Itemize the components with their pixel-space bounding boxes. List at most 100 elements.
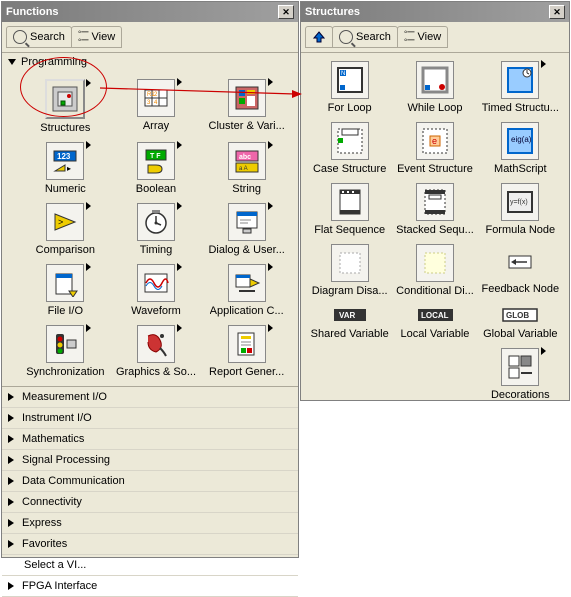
functions-panel: Functions ✕ Search ◦─◦─ View Programming… xyxy=(1,1,299,558)
functions-view-button[interactable]: ◦─◦─ View xyxy=(71,26,122,48)
numeric-item[interactable]: 123▸ Numeric xyxy=(22,142,109,195)
timing-item[interactable]: Timing xyxy=(113,203,200,256)
diagram-disable-item[interactable]: Diagram Disa... xyxy=(309,244,390,297)
sync-icon xyxy=(46,325,84,363)
structures-item[interactable]: Structures xyxy=(22,79,109,134)
shared-var-item[interactable]: VAR Shared Variable xyxy=(309,305,390,340)
submenu-arrow-icon xyxy=(268,324,273,332)
array-label: Array xyxy=(143,120,169,132)
structures-icon xyxy=(45,79,85,119)
timed-struct-item[interactable]: Timed Structu... xyxy=(480,61,561,114)
submenu-arrow-icon xyxy=(177,263,182,271)
programming-header[interactable]: Programming xyxy=(2,53,298,71)
cat-select-vi[interactable]: Select a VI... xyxy=(2,555,298,576)
appcontrol-item[interactable]: Application C... xyxy=(203,264,290,317)
cat-data-communication[interactable]: Data Communication xyxy=(2,471,298,492)
search-label: Search xyxy=(30,31,65,43)
while-loop-item[interactable]: While Loop xyxy=(394,61,475,114)
cluster-icon xyxy=(228,79,266,117)
fileio-icon xyxy=(46,264,84,302)
svg-text:N: N xyxy=(341,71,345,77)
flat-seq-label: Flat Sequence xyxy=(314,224,385,236)
cat-label: Select a VI... xyxy=(24,559,86,571)
cat-fpga[interactable]: FPGA Interface xyxy=(2,576,298,597)
submenu-arrow-icon xyxy=(86,202,91,210)
structures-up-button[interactable] xyxy=(305,26,333,48)
cat-signal-processing[interactable]: Signal Processing xyxy=(2,450,298,471)
dialog-item[interactable]: Dialog & User... xyxy=(203,203,290,256)
appcontrol-label: Application C... xyxy=(210,305,284,317)
structures-view-button[interactable]: ◦─◦─ View xyxy=(397,26,448,48)
local-var-icon: LOCAL xyxy=(417,305,453,325)
cat-label: Data Communication xyxy=(22,475,125,487)
functions-title-text: Functions xyxy=(6,6,59,18)
submenu-arrow-icon xyxy=(268,263,273,271)
boolean-item[interactable]: T F Boolean xyxy=(113,142,200,195)
feedback-node-label: Feedback Node xyxy=(481,283,559,295)
svg-text:▸: ▸ xyxy=(67,164,71,173)
cat-label: Instrument I/O xyxy=(22,412,92,424)
decorations-item[interactable]: Decorations xyxy=(480,348,561,401)
global-var-item[interactable]: GLOB Global Variable xyxy=(480,305,561,340)
expand-icon xyxy=(8,540,14,548)
graphics-item[interactable]: Graphics & So... xyxy=(113,325,200,378)
conditional-disable-item[interactable]: Conditional Di... xyxy=(394,244,475,297)
event-struct-label: Event Structure xyxy=(397,163,473,175)
cat-instrument-io[interactable]: Instrument I/O xyxy=(2,408,298,429)
global-var-label: Global Variable xyxy=(483,328,557,340)
formula-node-item[interactable]: y=f(x) Formula Node xyxy=(480,183,561,236)
cat-label: Connectivity xyxy=(22,496,82,508)
expand-icon xyxy=(8,519,14,527)
stacked-seq-item[interactable]: Stacked Sequ... xyxy=(394,183,475,236)
sync-item[interactable]: Synchronization xyxy=(22,325,109,378)
conditional-disable-icon xyxy=(416,244,454,282)
diagram-disable-label: Diagram Disa... xyxy=(312,285,388,297)
case-struct-item[interactable]: Case Structure xyxy=(309,122,390,175)
svg-text:eig(a): eig(a) xyxy=(511,135,532,144)
structures-panel: Structures ✕ Search ◦─◦─ View N For Loop xyxy=(300,1,570,401)
functions-search-button[interactable]: Search xyxy=(6,26,72,48)
for-loop-icon: N xyxy=(331,61,369,99)
cat-mathematics[interactable]: Mathematics xyxy=(2,429,298,450)
structures-search-button[interactable]: Search xyxy=(332,26,398,48)
cat-measurement-io[interactable]: Measurement I/O xyxy=(2,387,298,408)
submenu-arrow-icon xyxy=(86,324,91,332)
string-item[interactable]: abca A String xyxy=(203,142,290,195)
local-var-item[interactable]: LOCAL Local Variable xyxy=(394,305,475,340)
dialog-label: Dialog & User... xyxy=(208,244,284,256)
boolean-label: Boolean xyxy=(136,183,176,195)
cat-favorites[interactable]: Favorites xyxy=(2,534,298,555)
svg-text:abc: abc xyxy=(239,154,251,161)
global-var-icon: GLOB xyxy=(502,305,538,325)
feedback-node-icon xyxy=(502,244,538,280)
for-loop-item[interactable]: N For Loop xyxy=(309,61,390,114)
up-arrow-icon xyxy=(312,30,326,44)
cat-connectivity[interactable]: Connectivity xyxy=(2,492,298,513)
fileio-item[interactable]: File I/O xyxy=(22,264,109,317)
waveform-item[interactable]: Waveform xyxy=(113,264,200,317)
cluster-item[interactable]: Cluster & Vari... xyxy=(203,79,290,134)
svg-text:LOCAL: LOCAL xyxy=(421,311,449,320)
array-item[interactable]: R1234 Array xyxy=(113,79,200,134)
functions-close-button[interactable]: ✕ xyxy=(278,5,294,19)
svg-text:>: > xyxy=(58,217,63,227)
view-icon: ◦─◦─ xyxy=(404,29,415,45)
mathscript-label: MathScript xyxy=(494,163,547,175)
local-var-label: Local Variable xyxy=(401,328,470,340)
programming-grid: Structures R1234 Array Cluster & Vari...… xyxy=(2,71,298,386)
submenu-arrow-icon xyxy=(177,202,182,210)
comparison-item[interactable]: > Comparison xyxy=(22,203,109,256)
cat-express[interactable]: Express xyxy=(2,513,298,534)
feedback-node-item[interactable]: Feedback Node xyxy=(480,244,561,297)
functions-toolbar: Search ◦─◦─ View xyxy=(2,22,298,53)
expand-icon xyxy=(8,498,14,506)
flat-seq-item[interactable]: Flat Sequence xyxy=(309,183,390,236)
report-item[interactable]: Report Gener... xyxy=(203,325,290,378)
event-struct-item[interactable]: e Event Structure xyxy=(394,122,475,175)
comparison-label: Comparison xyxy=(36,244,95,256)
structures-close-button[interactable]: ✕ xyxy=(549,5,565,19)
while-loop-icon xyxy=(416,61,454,99)
mathscript-icon: eig(a) xyxy=(501,122,539,160)
mathscript-item[interactable]: eig(a) MathScript xyxy=(480,122,561,175)
report-label: Report Gener... xyxy=(209,366,284,378)
